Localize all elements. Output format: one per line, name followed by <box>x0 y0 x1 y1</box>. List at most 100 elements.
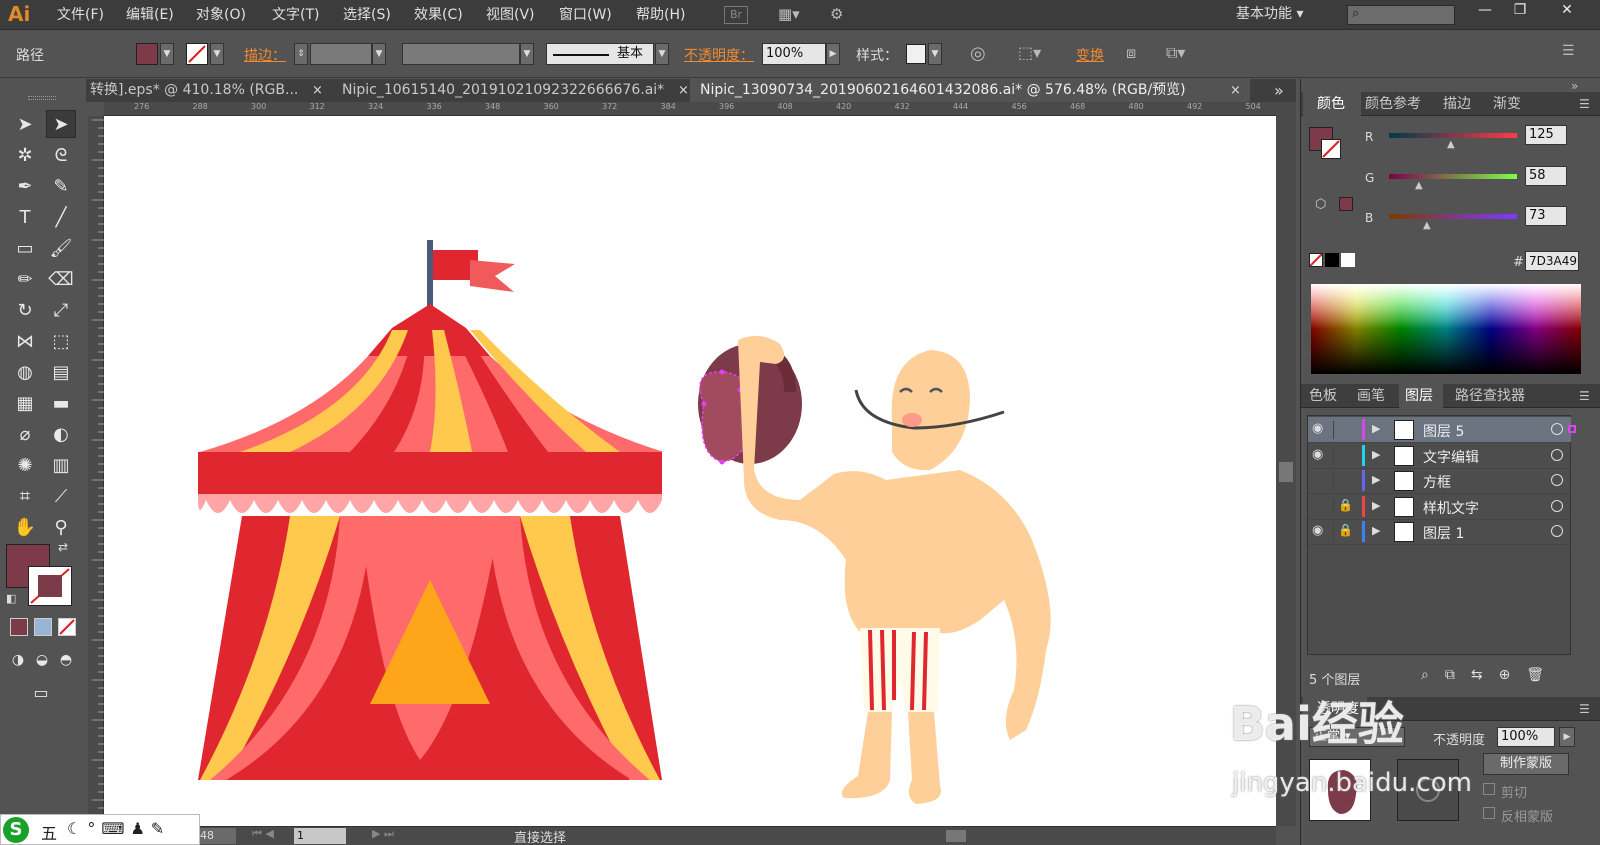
next-artboard-icon[interactable]: ▶ ⏭ <box>372 827 394 841</box>
blend-tool-icon[interactable]: ◐ <box>46 420 76 448</box>
default-fill-stroke-icon[interactable]: ◧ <box>6 592 16 605</box>
lasso-tool-icon[interactable]: ᘓ <box>46 141 76 169</box>
white-color-button[interactable] <box>1341 253 1355 267</box>
stroke-dropdown[interactable]: ▼ <box>210 43 224 65</box>
stroke-weight-stepper[interactable]: ⇕ <box>294 43 308 65</box>
black-color-button[interactable] <box>1325 253 1339 267</box>
g-slider-handle[interactable]: ▲ <box>1415 180 1423 191</box>
artboard[interactable] <box>104 116 1276 826</box>
gradient-mode-button[interactable] <box>34 618 52 636</box>
stroke-label[interactable]: 描边： <box>244 45 286 65</box>
pen-tool-icon[interactable]: ✒ <box>10 172 40 200</box>
perspective-grid-tool-icon[interactable]: ▤ <box>46 358 76 386</box>
selection-tool-icon[interactable]: ➤ <box>10 110 40 138</box>
color-spectrum[interactable] <box>1311 284 1581 374</box>
visibility-eye-icon[interactable]: ◉ <box>1312 446 1334 465</box>
lock-icon[interactable] <box>1338 421 1358 439</box>
menu-help[interactable]: 帮助(H) <box>636 0 685 30</box>
select-similar-icon[interactable]: ⧉▾ <box>1166 43 1185 63</box>
menu-object[interactable]: 对象(O) <box>196 0 246 30</box>
paintbrush-tool-icon[interactable]: 🖌 <box>46 234 76 262</box>
ime-mode-label[interactable]: 五 <box>41 820 57 844</box>
symbol-sprayer-tool-icon[interactable]: ✺ <box>10 451 40 479</box>
mesh-tool-icon[interactable]: ▦ <box>10 389 40 417</box>
slice-tool-icon[interactable]: ⟋ <box>46 482 76 510</box>
tab-swatches[interactable]: 色板 <box>1309 384 1337 408</box>
free-transform-tool-icon[interactable]: ⬚ <box>46 327 76 355</box>
stroke-weight-input[interactable] <box>310 43 372 65</box>
expand-triangle-icon[interactable]: ▶ <box>1372 473 1380 486</box>
variable-width-dropdown[interactable]: ▼ <box>520 43 534 65</box>
zoom-tool-icon[interactable]: ⚲ <box>46 513 76 541</box>
column-graph-tool-icon[interactable]: ▥ <box>46 451 76 479</box>
tab-close-icon[interactable]: × <box>1230 79 1241 102</box>
opacity-slider-button[interactable]: ▶ <box>826 43 840 65</box>
tab-close-icon[interactable]: × <box>312 79 323 102</box>
none-color-button[interactable] <box>1309 253 1323 267</box>
target-circle-icon[interactable] <box>1551 525 1563 537</box>
bridge-button[interactable]: Br <box>724 6 748 24</box>
menu-file[interactable]: 文件(F) <box>57 0 104 30</box>
b-slider-handle[interactable]: ▲ <box>1423 220 1431 231</box>
lock-icon[interactable]: 🔒 <box>1338 498 1358 516</box>
fill-dropdown[interactable]: ▼ <box>160 43 174 65</box>
pencil-tool-icon[interactable]: ✏ <box>10 265 40 293</box>
ime-tool-icons[interactable]: ☾°⌨♟✎ <box>67 819 170 838</box>
lock-icon[interactable] <box>1338 472 1358 490</box>
target-circle-icon[interactable] <box>1551 423 1563 435</box>
shape-builder-tool-icon[interactable]: ◍ <box>10 358 40 386</box>
tab-overflow-icon[interactable]: » <box>1274 79 1284 102</box>
tab-gradient[interactable]: 渐变 <box>1493 92 1521 116</box>
variable-width-profile[interactable] <box>402 43 520 65</box>
direct-selection-tool-icon[interactable]: ➤ <box>46 110 76 138</box>
horizontal-scrollbar[interactable] <box>676 828 1256 844</box>
none-mode-button[interactable] <box>58 618 76 636</box>
horizontal-ruler[interactable]: 276 288 300 312 324 336 348 360 372 384 396 408 420 4… <box>104 102 1276 116</box>
minimize-button[interactable]: — <box>1468 0 1502 22</box>
stroke-weight-dropdown[interactable]: ▼ <box>372 43 386 65</box>
hex-value-input[interactable]: 7D3A49 <box>1525 251 1579 271</box>
arrange-documents-icon[interactable]: ▦▾ <box>778 5 800 23</box>
tab-doc-3-active[interactable]: Nipic_13090734_20190602164601432086.ai* … <box>690 79 1250 102</box>
fill-swatch[interactable] <box>136 43 158 65</box>
brush-definition[interactable]: 基本 <box>546 43 654 65</box>
zoom-level-field[interactable]: 48 <box>200 828 236 844</box>
graphic-style-swatch[interactable] <box>906 44 926 64</box>
menu-view[interactable]: 视图(V) <box>486 0 535 30</box>
closest-web-color-swatch[interactable] <box>1339 197 1353 211</box>
lock-icon[interactable] <box>1338 447 1358 465</box>
b-slider[interactable] <box>1389 214 1517 219</box>
menu-window[interactable]: 窗口(W) <box>559 0 612 30</box>
tab-close-icon[interactable]: × <box>678 79 689 102</box>
menu-select[interactable]: 选择(S) <box>343 0 391 30</box>
layer-row[interactable]: ◉ ▶ 文字编辑 <box>1308 443 1571 469</box>
swap-fill-stroke-icon[interactable]: ⇄ <box>58 540 68 554</box>
r-value-input[interactable]: 125 <box>1525 125 1567 145</box>
artboard-tool-icon[interactable]: ⌗ <box>10 482 40 510</box>
lock-icon[interactable]: 🔒 <box>1338 523 1358 541</box>
toolbox-grip[interactable] <box>28 96 56 100</box>
tab-color[interactable]: 颜色 <box>1303 92 1361 116</box>
hand-tool-icon[interactable]: ✋ <box>10 513 40 541</box>
make-mask-button[interactable]: 制作蒙版 <box>1483 753 1569 775</box>
visibility-eye-icon[interactable]: ◉ <box>1312 421 1334 439</box>
brush-dropdown[interactable]: ▼ <box>655 43 669 65</box>
layer-row[interactable]: ◉ 🔒 ▶ 图层 1 <box>1308 519 1571 545</box>
selection-indicator[interactable] <box>1568 425 1576 433</box>
stroke-color-box[interactable] <box>28 566 72 606</box>
visibility-eye-icon[interactable] <box>1312 497 1334 516</box>
collapse-panels-icon[interactable]: » <box>1571 79 1578 93</box>
circus-tent-illustration[interactable] <box>198 240 664 780</box>
target-circle-icon[interactable] <box>1551 448 1563 461</box>
restore-button[interactable]: ❐ <box>1503 0 1537 22</box>
type-tool-icon[interactable]: T <box>10 203 40 231</box>
color-stroke-proxy[interactable] <box>1321 139 1341 159</box>
recolor-artwork-icon[interactable]: ◎ <box>970 43 986 64</box>
target-circle-icon[interactable] <box>1551 499 1563 512</box>
horizontal-scroll-thumb[interactable] <box>946 830 966 842</box>
draw-behind-icon[interactable]: ◒ <box>30 646 54 674</box>
tab-pathfinder[interactable]: 路径查找器 <box>1455 384 1525 408</box>
target-circle-icon[interactable] <box>1551 474 1563 486</box>
expand-triangle-icon[interactable]: ▶ <box>1372 499 1380 512</box>
close-button[interactable]: ✕ <box>1550 0 1584 22</box>
